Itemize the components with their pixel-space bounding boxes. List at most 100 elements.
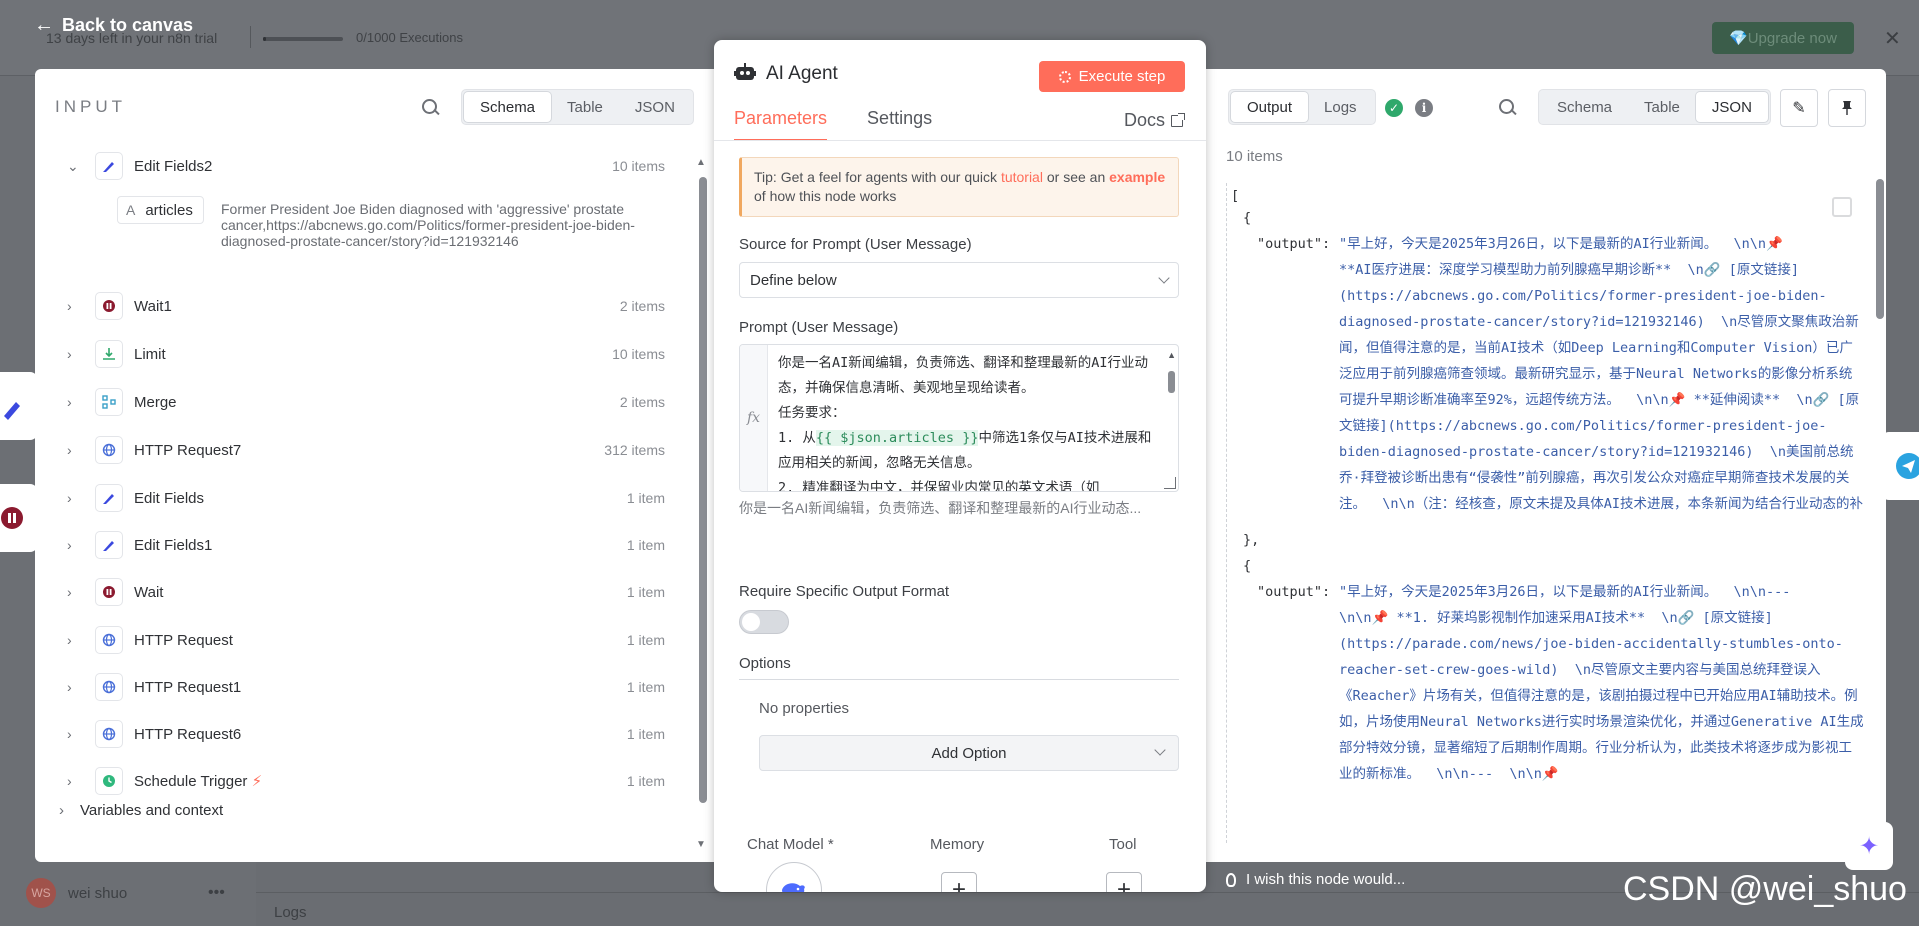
scrollbar-thumb[interactable]	[699, 177, 707, 803]
tutorial-link[interactable]: tutorial	[1001, 169, 1043, 185]
ai-assistant-button[interactable]: ✦	[1845, 822, 1893, 870]
node-title[interactable]: AI Agent	[766, 63, 838, 85]
tree-node-http-request6[interactable]: › HTTP Request6 1 item	[35, 719, 675, 749]
tree-node-wait1[interactable]: › Wait1 2 items	[35, 291, 675, 321]
tree-node-schedule-trigger[interactable]: › Schedule Trigger ⚡ 1 item	[35, 766, 675, 796]
scrollbar-thumb[interactable]	[1876, 179, 1884, 319]
node-name: Wait	[134, 583, 164, 601]
chevron-right-icon[interactable]: ›	[67, 773, 79, 789]
output-view-tabs: Schema Table JSON	[1538, 89, 1771, 125]
tab-schema[interactable]: Schema	[464, 92, 552, 122]
globe-icon	[95, 673, 123, 701]
tree-node-merge[interactable]: › Merge 2 items	[35, 387, 675, 417]
tip-callout: Tip: Get a feel for agents with our quic…	[739, 157, 1179, 217]
tree-node-edit-fields2[interactable]: ⌄ Edit Fields2 10 items	[35, 151, 675, 181]
more-icon[interactable]: •••	[208, 884, 225, 902]
chevron-right-icon[interactable]: ›	[67, 442, 79, 458]
scroll-down-icon[interactable]: ▼	[696, 839, 706, 850]
format-label: Require Specific Output Format	[739, 583, 950, 600]
tab-table[interactable]: Table	[1628, 92, 1696, 122]
search-icon[interactable]	[421, 98, 441, 118]
tab-json[interactable]: JSON	[619, 92, 691, 122]
tree-node-limit[interactable]: › Limit 10 items	[35, 339, 675, 369]
variables-and-context[interactable]: › Variables and context	[59, 802, 223, 819]
add-option-button[interactable]: Add Option	[759, 735, 1179, 771]
back-to-canvas-link[interactable]: ← Back to canvas	[34, 14, 193, 37]
prompt-line: 任务要求：	[778, 405, 846, 421]
add-option-label: Add Option	[931, 744, 1007, 762]
close-icon[interactable]: ✕	[1884, 26, 1901, 51]
node-details-panel: AI Agent Execute step Parameters Setting…	[714, 40, 1206, 892]
chat-model-node[interactable]	[766, 862, 822, 892]
chevron-right-icon[interactable]: ›	[67, 679, 79, 695]
chevron-right-icon[interactable]: ›	[67, 346, 79, 362]
node-count: 1 item	[626, 490, 665, 506]
executions-count: 0/1000 Executions	[356, 30, 463, 45]
chevron-down-icon[interactable]: ⌄	[67, 158, 79, 175]
tree-node-edit-fields1[interactable]: › Edit Fields1 1 item	[35, 530, 675, 560]
chevron-right-icon[interactable]: ›	[67, 537, 79, 553]
chevron-right-icon[interactable]: ›	[67, 490, 79, 506]
output-format-toggle[interactable]	[739, 610, 789, 634]
scrollbar-thumb[interactable]	[1168, 371, 1175, 393]
scroll-up-icon[interactable]: ▲	[1167, 350, 1176, 360]
chevron-right-icon[interactable]: ›	[67, 726, 79, 742]
tab-logs[interactable]: Logs	[1308, 92, 1373, 122]
side-pause-button[interactable]	[0, 484, 38, 552]
user-menu[interactable]: WS wei shuo	[26, 878, 127, 908]
tab-table[interactable]: Table	[551, 92, 619, 122]
resize-handle-icon[interactable]	[1164, 477, 1176, 489]
add-memory-button[interactable]: +	[941, 872, 977, 892]
prompt-text[interactable]: 你是一名AI新闻编辑，负责筛选、翻译和整理最新的AI行业动态，并确保信息清晰、美…	[778, 351, 1160, 491]
robot-icon	[734, 63, 756, 80]
tab-schema[interactable]: Schema	[1541, 92, 1628, 122]
tree-node-http-request7[interactable]: › HTTP Request7 312 items	[35, 435, 675, 465]
chevron-right-icon[interactable]: ›	[67, 632, 79, 648]
side-edit-button[interactable]	[0, 372, 38, 440]
chevron-right-icon[interactable]: ›	[67, 298, 79, 314]
tree-node-http-request[interactable]: › HTTP Request 1 item	[35, 625, 675, 655]
source-select[interactable]: Define below	[739, 262, 1179, 298]
json-string: **AI医疗进展：深度学习模型助力前列腺癌早期诊断** \n🔗 [原文链接](h…	[1339, 262, 1864, 512]
prompt-line: 1. 从{{ $json.articles }}中筛选1条仅与AI技术进展和应用…	[778, 426, 1160, 476]
search-icon[interactable]	[1498, 98, 1518, 118]
pencil-icon	[95, 484, 123, 512]
prompt-preview: 你是一名AI新闻编辑，负责筛选、翻译和整理最新的AI行业动态...	[739, 500, 1142, 516]
add-tool-button[interactable]: +	[1106, 872, 1142, 892]
pin-button[interactable]	[1828, 89, 1866, 127]
example-link[interactable]: example	[1109, 169, 1165, 185]
json-string: "早上好，今天是2025年3月26日，以下是最新的AI行业新闻。 \n\n📌	[1339, 236, 1783, 252]
upgrade-button[interactable]: 💎Upgrade now	[1712, 22, 1854, 54]
chevron-right-icon[interactable]: ›	[67, 584, 79, 600]
execute-label: Execute step	[1078, 68, 1166, 85]
tree-node-edit-fields[interactable]: › Edit Fields 1 item	[35, 483, 675, 513]
tab-json[interactable]: JSON	[1695, 92, 1768, 122]
tree-node-wait[interactable]: › Wait 1 item	[35, 577, 675, 607]
expression-token: {{ $json.articles }}	[815, 430, 979, 446]
docs-link[interactable]: Docs	[1124, 110, 1186, 131]
tree-node-http-request1[interactable]: › HTTP Request1 1 item	[35, 672, 675, 702]
prompt-editor[interactable]: fx 你是一名AI新闻编辑，负责筛选、翻译和整理最新的AI行业动态，并确保信息清…	[739, 344, 1179, 492]
node-name: Schedule Trigger ⚡	[134, 772, 262, 790]
pencil-icon	[95, 152, 123, 180]
feedback-link[interactable]: I wish this node would...	[1226, 871, 1405, 888]
plus-icon: +	[951, 876, 966, 892]
expression-icon: fx	[740, 345, 768, 491]
source-value: Define below	[750, 271, 837, 289]
execute-step-button[interactable]: Execute step	[1039, 61, 1185, 92]
edit-output-button[interactable]: ✎	[1780, 89, 1818, 127]
tab-settings[interactable]: Settings	[867, 108, 932, 141]
chevron-right-icon[interactable]: ›	[67, 394, 79, 410]
tab-parameters[interactable]: Parameters	[734, 108, 828, 141]
avatar: WS	[26, 878, 56, 908]
chat-model-label: Chat Model *	[747, 836, 834, 853]
globe-icon	[95, 436, 123, 464]
node-name: HTTP Request	[134, 631, 233, 649]
pause-icon	[95, 292, 123, 320]
side-telegram-button[interactable]	[1881, 432, 1919, 500]
scroll-up-icon[interactable]: ▲	[696, 157, 706, 168]
source-label: Source for Prompt (User Message)	[739, 236, 972, 253]
info-icon[interactable]: i	[1415, 99, 1433, 117]
tab-output[interactable]: Output	[1231, 92, 1309, 122]
merge-icon	[95, 388, 123, 416]
